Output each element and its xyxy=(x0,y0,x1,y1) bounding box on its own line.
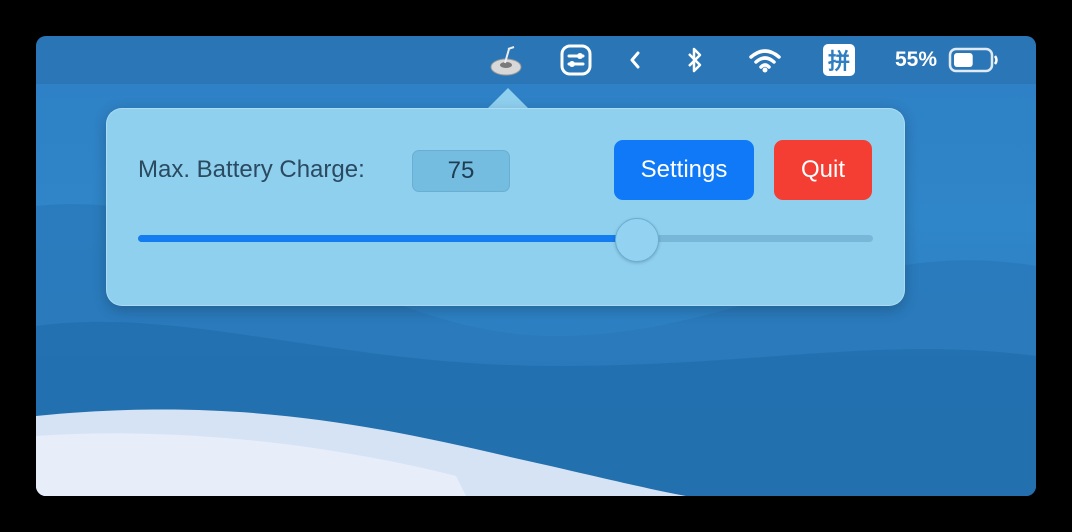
max-charge-slider-fill xyxy=(138,235,637,242)
input-method-glyph: 拼 xyxy=(823,44,855,76)
control-center-icon[interactable] xyxy=(556,36,596,84)
quit-button[interactable]: Quit xyxy=(774,140,872,200)
bluetooth-icon[interactable] xyxy=(680,36,710,84)
chevron-left-icon[interactable] xyxy=(622,36,648,84)
max-charge-label: Max. Battery Charge: xyxy=(138,156,365,183)
battery-percentage[interactable]: 55% xyxy=(888,36,944,84)
popover-arrow xyxy=(486,88,530,110)
max-charge-value-field[interactable]: 75 xyxy=(412,150,510,192)
settings-button[interactable]: Settings xyxy=(614,140,754,200)
wifi-icon[interactable] xyxy=(744,36,786,84)
max-charge-slider-thumb[interactable] xyxy=(615,218,660,262)
battery-percent-text: 55% xyxy=(894,48,938,71)
menu-bar: 拼 55% xyxy=(36,36,1036,84)
battery-popover: Max. Battery Charge: 75 Settings Quit xyxy=(106,108,905,306)
max-charge-slider-track[interactable] xyxy=(138,235,873,242)
aldente-icon[interactable] xyxy=(486,36,526,84)
input-method-icon[interactable]: 拼 xyxy=(821,36,857,84)
battery-icon[interactable] xyxy=(946,36,1002,84)
